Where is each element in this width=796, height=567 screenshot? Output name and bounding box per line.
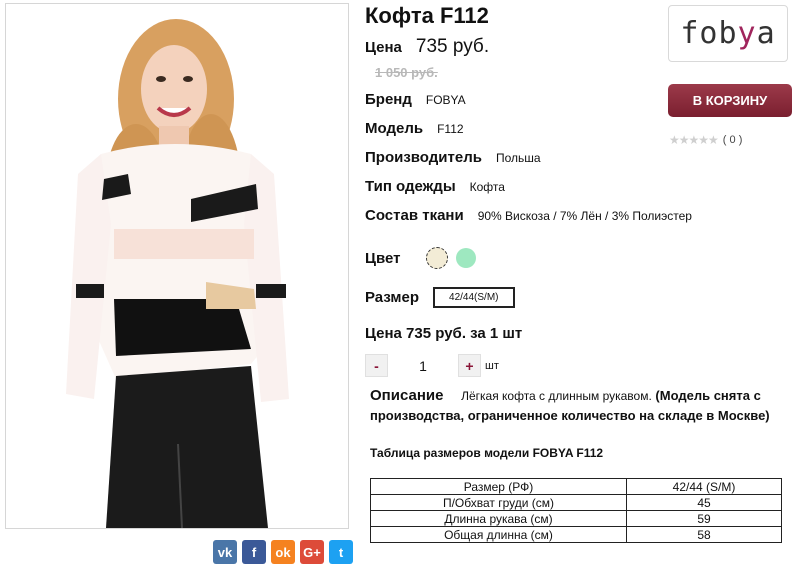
table-header-cell: 42/44 (S/M) <box>626 478 782 495</box>
attr-key: Производитель <box>365 149 482 166</box>
increase-quantity-button[interactable]: + <box>458 354 481 377</box>
table-cell: Общая длинна (см) <box>370 526 627 543</box>
attr-key: Тип одежды <box>365 178 456 195</box>
table-cell: П/Обхват груди (см) <box>370 494 627 511</box>
table-row: П/Обхват груди (см) 45 <box>370 494 782 511</box>
description-text: Лёгкая кофта с длинным рукавом. <box>461 389 652 403</box>
attr-value: FOBYA <box>425 93 466 107</box>
size-table-title: Таблица размеров модели FOBYA F112 <box>370 446 604 460</box>
size-selector: Размер 42/44(S/M) <box>365 287 515 308</box>
logo-text-main: fob <box>680 16 738 51</box>
share-bar: vk f ok G+ t <box>213 540 353 564</box>
table-cell: 59 <box>626 510 782 527</box>
table-header-row: Размер (РФ) 42/44 (S/M) <box>370 478 782 495</box>
attr-value: Кофта <box>469 180 505 194</box>
brand-logo[interactable]: fob y a <box>668 5 788 62</box>
color-swatch-mint[interactable] <box>456 248 477 268</box>
price-per-quantity: Цена 735 руб. за 1 шт <box>365 325 523 342</box>
quantity-unit: шт <box>485 359 499 372</box>
size-label: Размер <box>365 289 420 306</box>
table-row: Длинна рукава (см) 59 <box>370 510 782 527</box>
quantity-stepper: - 1 + шт <box>365 354 499 377</box>
attr-value: Польша <box>495 151 541 165</box>
product-image[interactable] <box>5 3 349 529</box>
attr-manufacturer: Производитель Польша <box>365 149 541 166</box>
google-plus-share-icon[interactable]: G+ <box>300 540 324 564</box>
attr-brand: Бренд FOBYA <box>365 91 466 108</box>
old-price: 1 050 руб. <box>375 65 438 80</box>
attr-key: Модель <box>365 120 424 137</box>
attr-value: F112 <box>437 122 464 136</box>
logo-text-accent: y <box>737 16 757 51</box>
attr-key: Бренд <box>365 91 412 108</box>
decrease-quantity-button[interactable]: - <box>365 354 388 377</box>
attr-clothing-type: Тип одежды Кофта <box>365 178 505 195</box>
rating[interactable]: ★★★★★ ( 0 ) <box>669 133 742 147</box>
color-selector: Цвет <box>365 247 484 269</box>
logo-text-end: a <box>756 16 776 51</box>
price-row: Цена 735 руб. <box>365 36 489 58</box>
rating-count: ( 0 ) <box>722 134 743 146</box>
table-cell: 45 <box>626 494 782 511</box>
facebook-share-icon[interactable]: f <box>242 540 266 564</box>
attr-key: Состав ткани <box>365 207 464 224</box>
add-to-cart-button[interactable]: В КОРЗИНУ <box>668 84 792 117</box>
size-option[interactable]: 42/44(S/M) <box>433 287 515 308</box>
attr-model: Модель F112 <box>365 120 464 137</box>
odnoklassniki-share-icon[interactable]: ok <box>271 540 295 564</box>
model-illustration <box>66 19 289 528</box>
color-swatch-cream[interactable] <box>426 247 449 269</box>
vk-share-icon[interactable]: vk <box>213 540 237 564</box>
description-label: Описание <box>370 387 444 404</box>
quantity-value[interactable]: 1 <box>388 358 458 374</box>
twitter-share-icon[interactable]: t <box>329 540 353 564</box>
rating-stars-icon[interactable]: ★★★★★ <box>669 133 719 147</box>
color-label: Цвет <box>365 249 401 267</box>
table-row: Общая длинна (см) 58 <box>370 526 782 543</box>
attr-fabric: Состав ткани 90% Вискоза / 7% Лён / 3% П… <box>365 207 692 224</box>
table-header-cell: Размер (РФ) <box>370 478 627 495</box>
description: Описание Лёгкая кофта с длинным рукавом.… <box>370 386 790 425</box>
size-table: Размер (РФ) 42/44 (S/M) П/Обхват груди (… <box>370 478 782 543</box>
table-cell: Длинна рукава (см) <box>370 510 627 527</box>
product-title: Кофта F112 <box>365 3 489 28</box>
attr-value: 90% Вискоза / 7% Лён / 3% Полиэстер <box>477 209 692 223</box>
price-label: Цена <box>365 39 402 56</box>
table-cell: 58 <box>626 526 782 543</box>
price-value: 735 руб. <box>415 36 490 57</box>
